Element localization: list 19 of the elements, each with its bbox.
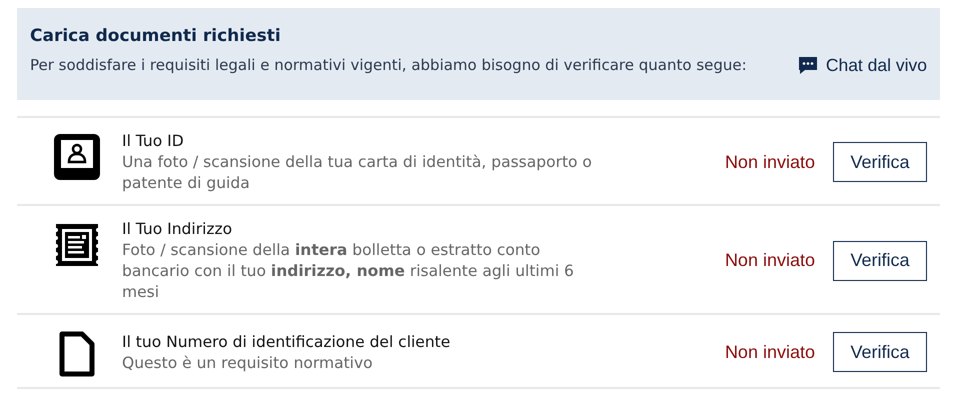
chat-bubble-icon — [798, 56, 818, 75]
verify-button[interactable]: Verifica — [833, 142, 927, 182]
status-text: Non inviato — [724, 340, 815, 364]
status-text: Non inviato — [724, 150, 815, 174]
document-title: Il Tuo ID — [122, 131, 185, 152]
verify-button[interactable]: Verifica — [833, 240, 927, 281]
document-icon — [58, 331, 94, 378]
intro-text: Per soddisfare i requisiti legali e normativi vigenti, abbiamo bisogno di verificare quanto segue: — [30, 54, 747, 76]
document-description: Foto / scansione della intera bolletta o estratto conto bancario con il tuo indirizzo, nome risalente agli ultimi 6 mesi — [122, 240, 575, 304]
document-title: Il Tuo Indirizzo — [122, 219, 234, 240]
document-description: Una foto / scansione della tua carta di identità, passaporto o patente di guida — [122, 152, 592, 194]
verify-button[interactable]: Verifica — [833, 332, 927, 372]
page-title: Carica documenti richiesti — [30, 25, 282, 48]
stamp-icon — [54, 222, 100, 268]
chat-link[interactable]: Chat dal vivo — [798, 52, 927, 78]
id-card-icon — [54, 134, 100, 180]
status-text: Non inviato — [724, 249, 815, 272]
document-description: Questo è un requisito normativo — [122, 352, 374, 374]
document-title: Il tuo Numero di identificazione del cliente — [122, 332, 452, 353]
